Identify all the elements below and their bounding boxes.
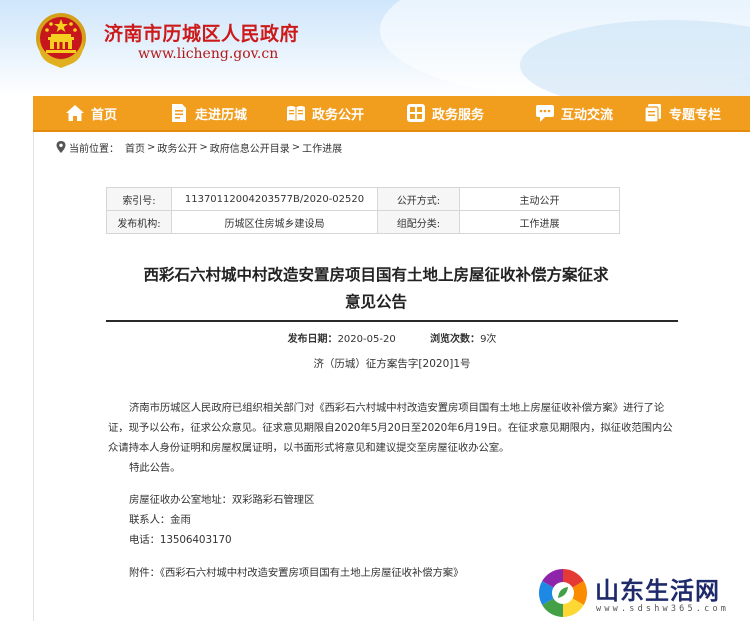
breadcrumb-separator: > xyxy=(147,141,156,153)
disclosure-label: 公开方式: xyxy=(377,187,460,211)
chat-icon xyxy=(536,105,554,122)
site-title: 济南市历城区人民政府 xyxy=(104,23,300,45)
article-title-line: 西彩石六村城中村改造安置房项目国有土地上房屋征收补偿方案征求 xyxy=(143,266,609,284)
nav-item-label: 政务服务 xyxy=(432,107,485,123)
document-number: 济（历城）征方案告字[2020]1号 xyxy=(313,358,471,370)
office-address: 房屋征收办公室地址：双彩路彩石管理区 xyxy=(129,494,315,506)
open-book-icon xyxy=(287,106,305,121)
breadcrumb-link-gov-affairs[interactable]: 政务公开 xyxy=(157,140,197,155)
nav-item-gov-affairs[interactable]: 政务公开 xyxy=(286,96,364,130)
breadcrumb-link-progress[interactable]: 工作进展 xyxy=(302,140,342,155)
article-title-line: 意见公告 xyxy=(344,293,407,311)
breadcrumb-label: 当前位置： xyxy=(69,143,119,155)
article-dateline: 发布日期：2020-05-20 浏览次数：9次 xyxy=(106,330,678,345)
title-divider xyxy=(106,320,678,322)
location-pin-icon xyxy=(56,141,66,153)
publish-date: 2020-05-20 xyxy=(337,334,396,345)
watermark-name: 山东生活网 xyxy=(595,577,720,605)
article-paragraph: 济南市历城区人民政府已组织相关部门对《西彩石六村城中村改造安置房项目国有土地上房… xyxy=(108,402,673,454)
breadcrumb-separator: > xyxy=(291,141,301,153)
nav-item-label: 首页 xyxy=(91,107,118,123)
table-row: 发布机构: 历城区住房城乡建设局 组配分类: 工作进展 xyxy=(106,210,620,234)
category-label: 组配分类: xyxy=(377,210,460,234)
watermark-url: www.sdshw365.com xyxy=(596,604,730,614)
nav-item-label: 专题专栏 xyxy=(669,107,722,123)
table-row: 索引号: 11370112004203577B/2020-02520 公开方式:… xyxy=(106,187,620,211)
nav-item-services[interactable]: 政务服务 xyxy=(406,96,484,130)
national-emblem-icon xyxy=(36,13,86,68)
nav-item-home[interactable]: 首页 xyxy=(65,96,117,130)
site-header: 济南市历城区人民政府 www.licheng.gov.cn xyxy=(0,0,750,96)
site-url: www.licheng.gov.cn xyxy=(138,46,279,62)
home-icon xyxy=(66,105,84,121)
article-title: 西彩石六村城中村改造安置房项目国有土地上房屋征收补偿方案征求 意见公告 xyxy=(96,262,656,316)
category-value: 工作进展 xyxy=(459,210,620,234)
article-paragraph: 特此公告。 xyxy=(129,462,181,474)
contact-person: 联系人：金雨 xyxy=(129,514,191,526)
breadcrumb-link-info-catalog[interactable]: 政府信息公开目录 xyxy=(210,140,290,155)
breadcrumb-separator: > xyxy=(199,141,208,153)
watermark: 山东生活网 www.sdshw365.com xyxy=(537,565,750,621)
breadcrumb-link-home[interactable]: 首页 xyxy=(125,140,145,155)
breadcrumb: 当前位置： 首页 > 政务公开 > 政府信息公开目录 > 工作进展 xyxy=(56,139,342,155)
document-icon xyxy=(172,104,186,122)
attachment-label: 附件： xyxy=(129,567,160,579)
nav-item-about[interactable]: 走进历城 xyxy=(169,96,247,130)
date-label: 发布日期： xyxy=(287,334,338,345)
view-count: 9次 xyxy=(480,334,497,345)
views-label: 浏览次数： xyxy=(430,334,481,345)
nav-item-label: 走进历城 xyxy=(195,107,248,123)
nav-item-label: 政务公开 xyxy=(312,107,365,123)
watermark-logo-icon xyxy=(538,569,588,617)
publisher-value: 历城区住房城乡建设局 xyxy=(171,210,378,234)
disclosure-value: 主动公开 xyxy=(459,187,620,211)
nav-item-label: 互动交流 xyxy=(561,107,614,123)
grid-icon xyxy=(407,104,425,122)
main-nav: 首页 走进历城 政务公开 政务服务 互动交流 专题专栏 xyxy=(33,96,750,132)
document-meta-table: 索引号: 11370112004203577B/2020-02520 公开方式:… xyxy=(106,187,620,234)
attachment-link[interactable]: 《西彩石六村城中村改造安置房项目国有土地上房屋征收补偿方案》 xyxy=(160,567,464,579)
publisher-label: 发布机构: xyxy=(106,210,172,234)
index-value: 11370112004203577B/2020-02520 xyxy=(171,187,378,211)
article-body: 济南市历城区人民政府已组织相关部门对《西彩石六村城中村改造安置房项目国有土地上房… xyxy=(108,398,680,583)
contact-phone: 电话：13506403170 xyxy=(129,534,232,546)
folder-icon xyxy=(644,104,661,123)
index-label: 索引号: xyxy=(106,187,172,211)
nav-item-interaction[interactable]: 互动交流 xyxy=(535,96,613,130)
nav-item-topics[interactable]: 专题专栏 xyxy=(643,96,721,130)
